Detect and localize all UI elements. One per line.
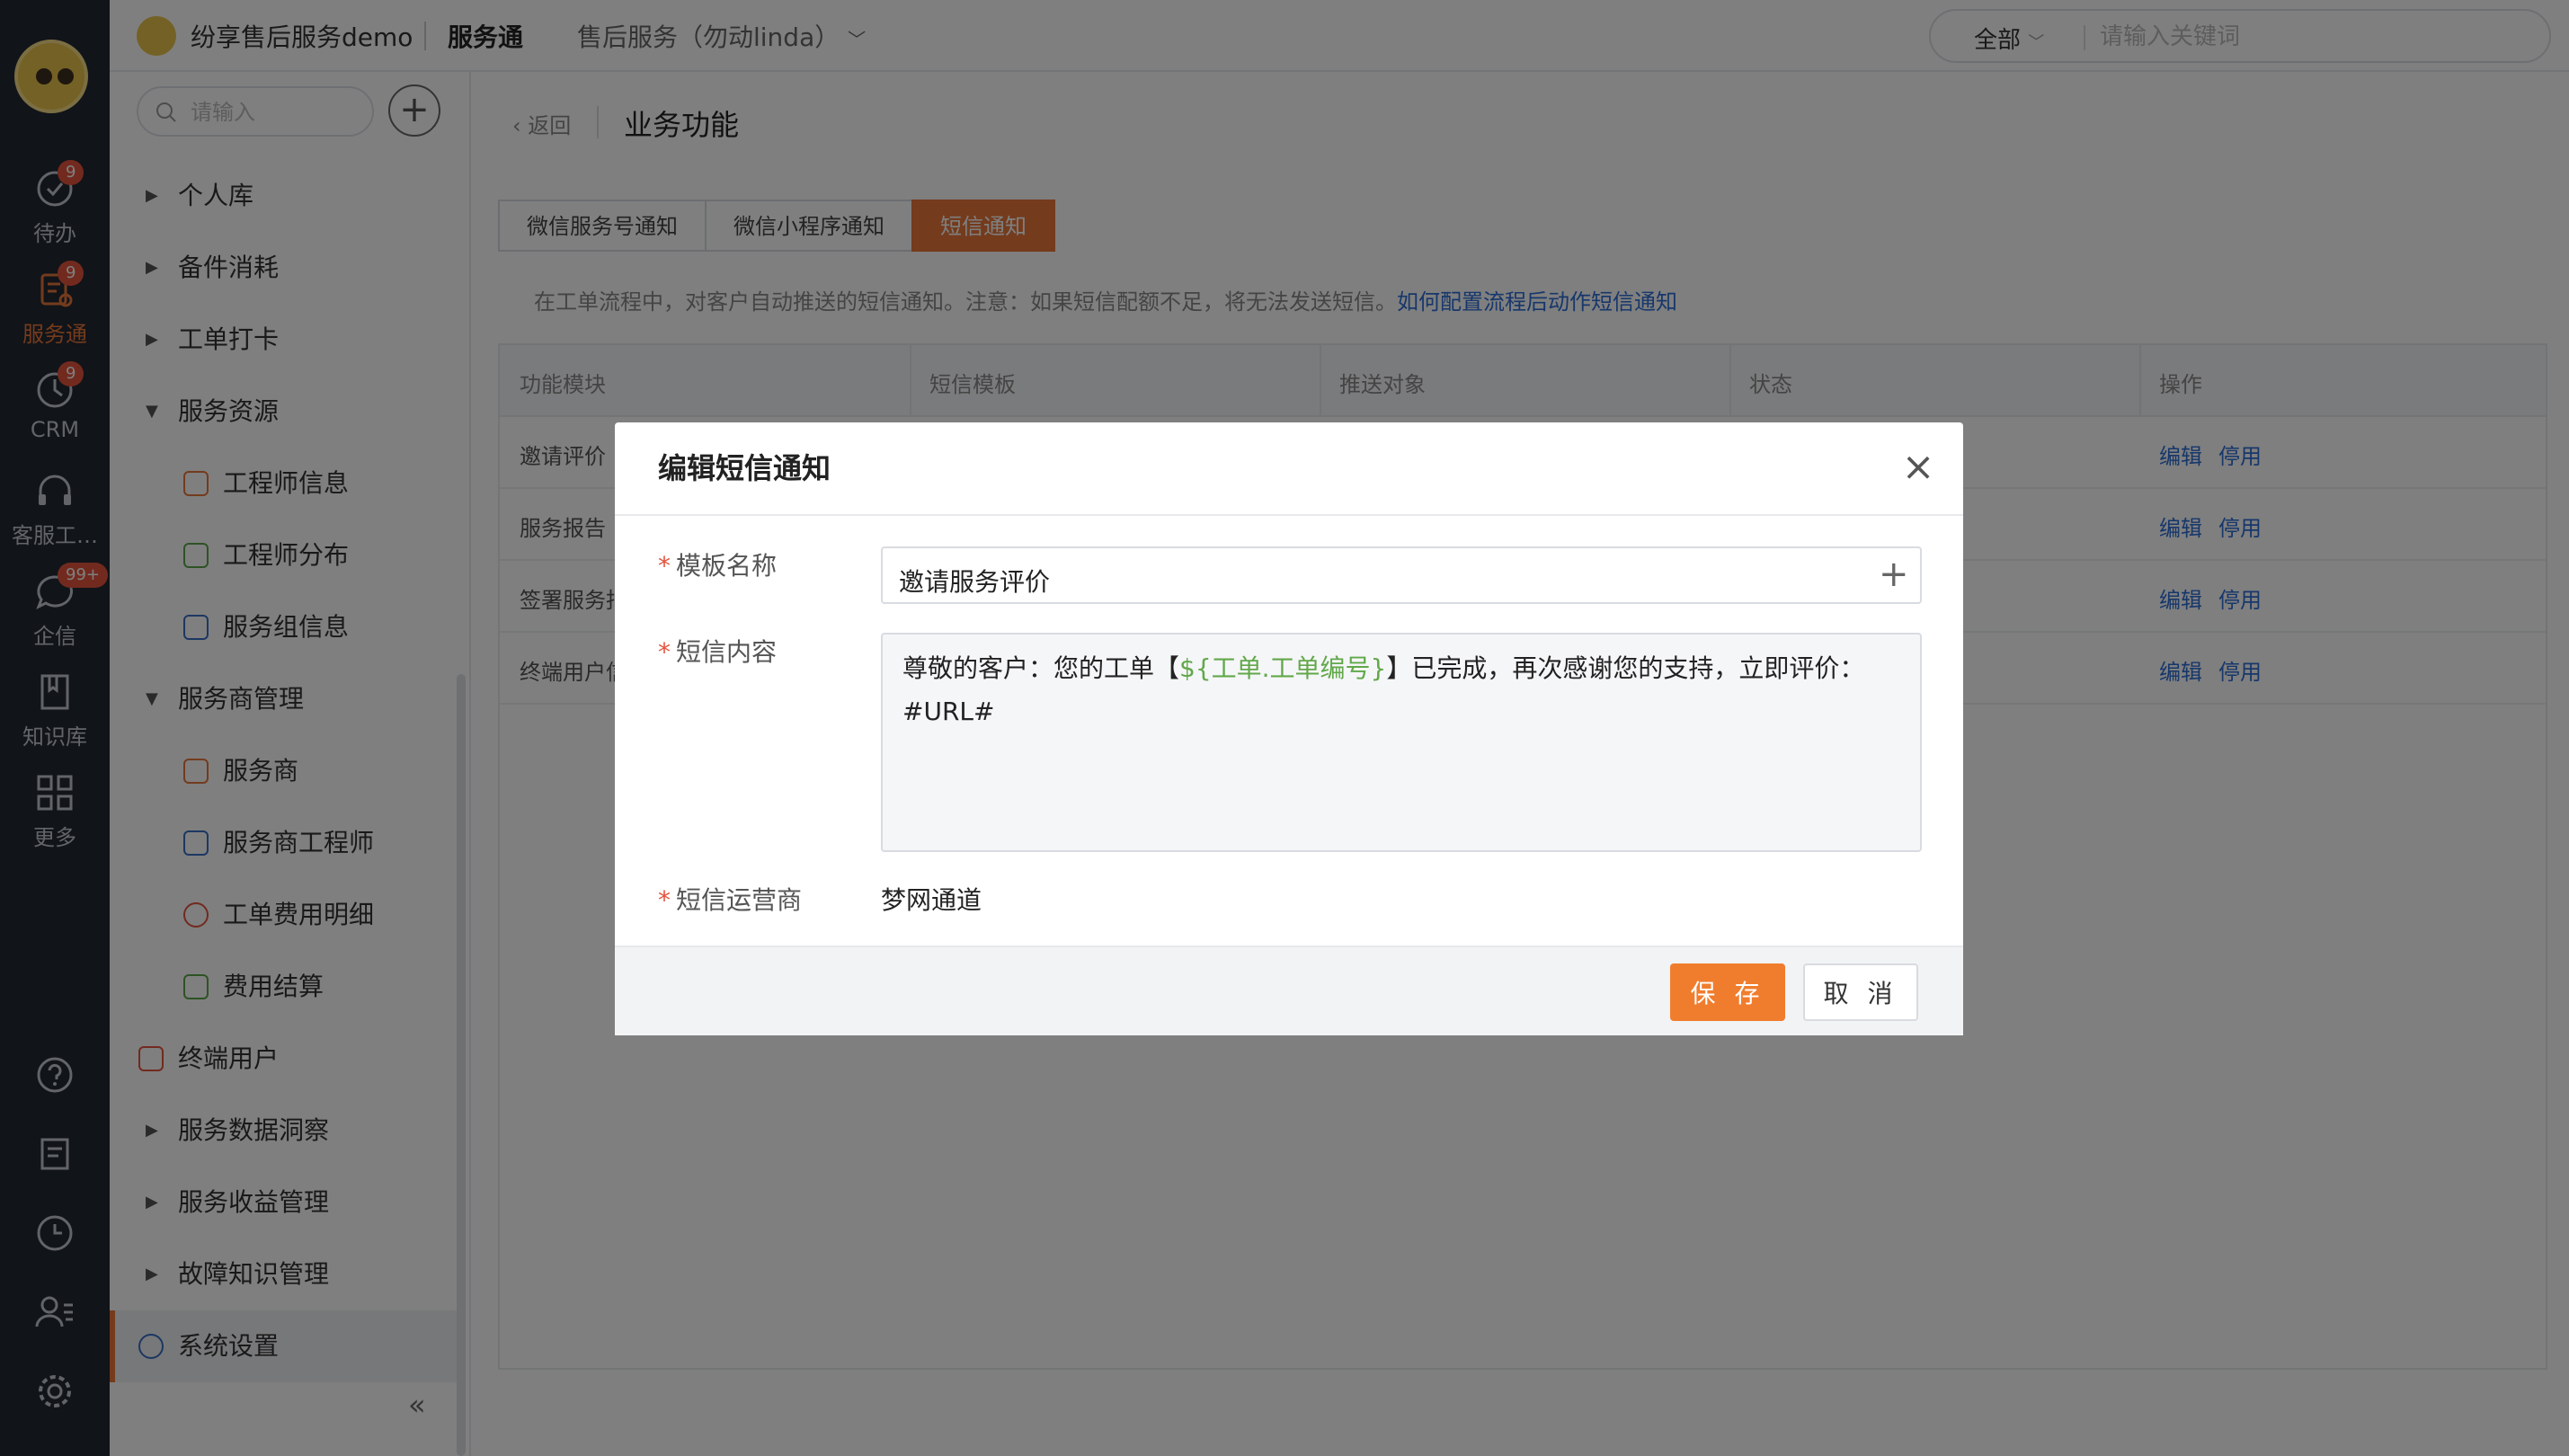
save-button[interactable]: 保 存 [1670,963,1785,1021]
modal-header: 编辑短信通知 × [615,422,1963,516]
sms-content-label: * 短信内容 [658,633,777,669]
edit-sms-modal: 编辑短信通知 × * 模板名称 邀请服务评价 + * 短信内容 尊敬的客户：您的工单… [615,422,1963,1035]
required-mark: * [658,551,671,581]
plus-icon[interactable]: + [1879,554,1909,595]
content-text: #URL# [902,697,995,726]
cancel-button[interactable]: 取 消 [1803,963,1918,1021]
required-mark: * [658,885,671,915]
close-icon[interactable]: × [1895,444,1942,491]
carrier-value: 梦网通道 [881,885,982,915]
template-name-label: * 模板名称 [658,546,777,582]
content-text: 】已完成，再次感谢您的支持，立即评价： [1386,653,1865,683]
carrier-label: * 短信运营商 [658,881,802,917]
content-text: 尊敬的客户：您的工单【 [902,653,1180,683]
template-name-field[interactable]: 邀请服务评价 + [881,546,1922,604]
template-name-value: 邀请服务评价 [899,567,1051,597]
label-text: 短信运营商 [676,885,803,915]
sms-content-textarea[interactable]: 尊敬的客户：您的工单【${工单.工单编号}】已完成，再次感谢您的支持，立即评价：… [881,633,1922,852]
label-text: 短信内容 [676,637,778,667]
label-text: 模板名称 [676,551,778,581]
modal-footer: 保 存 取 消 [615,946,1963,1035]
required-mark: * [658,637,671,667]
template-variable: ${工单.工单编号} [1179,653,1387,683]
modal-title: 编辑短信通知 [658,451,831,485]
